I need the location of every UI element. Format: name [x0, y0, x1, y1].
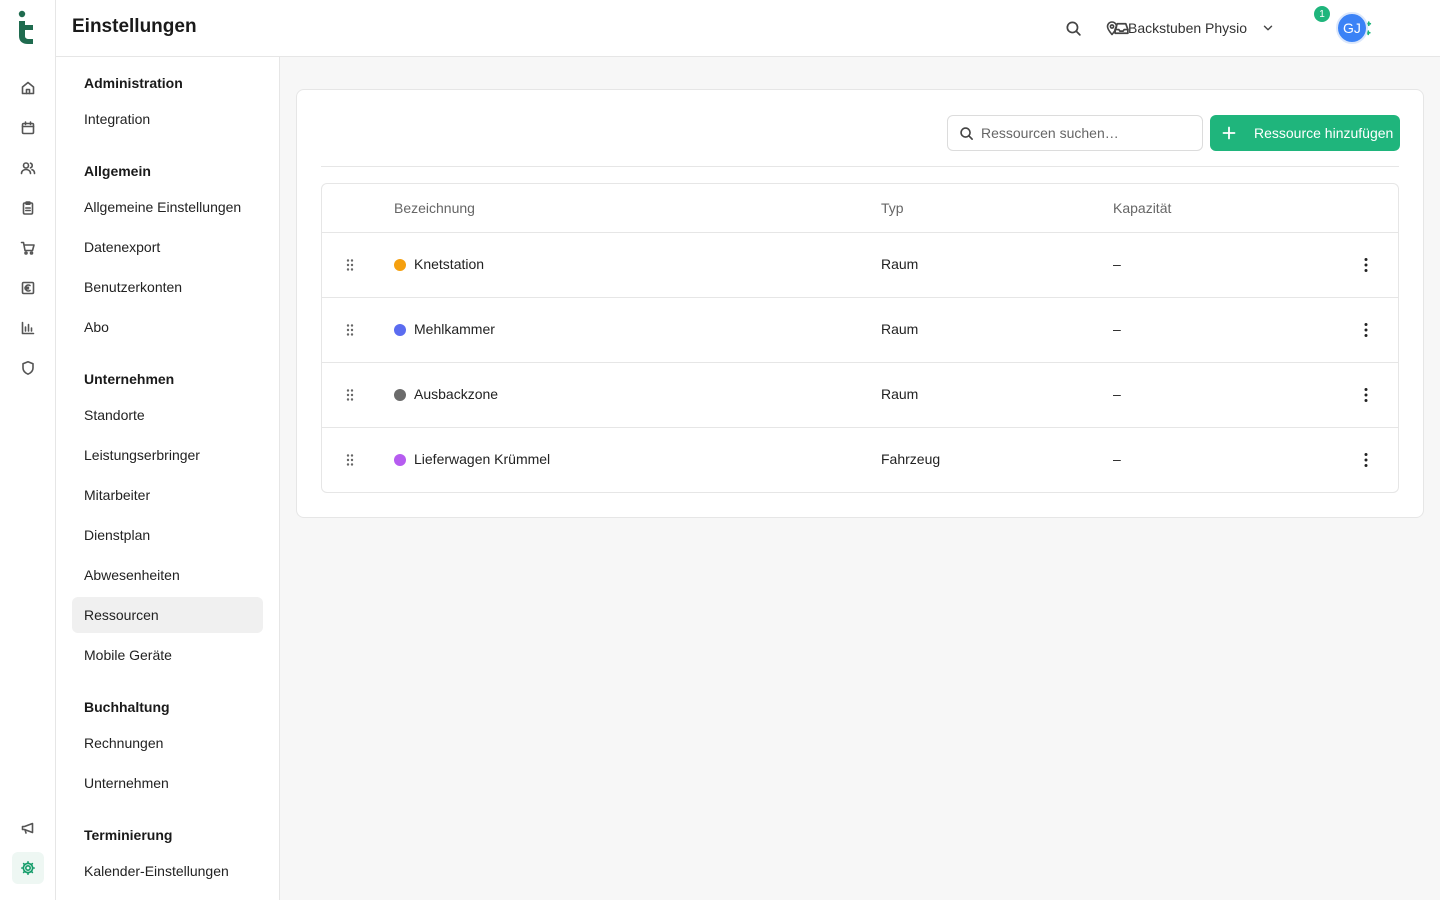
table-header: Bezeichnung Typ Kapazität [322, 184, 1398, 233]
megaphone-icon [21, 822, 34, 834]
chevron-down-icon [1263, 25, 1273, 31]
resource-capacity: – [1113, 256, 1121, 272]
plus-icon [1222, 126, 1236, 140]
shield-icon [22, 361, 34, 375]
drag-handle-icon[interactable] [342, 322, 358, 338]
euro-icon [21, 281, 35, 295]
nav-item-mobile-geraete[interactable]: Mobile Geräte [72, 637, 263, 673]
resource-name: Lieferwagen Krümmel [414, 451, 551, 467]
calendar-icon [21, 121, 35, 135]
users-icon [20, 162, 36, 175]
rail-users-button[interactable] [12, 152, 44, 184]
column-header-kapazitaet[interactable]: Kapazität [1113, 200, 1171, 216]
location-label: Backstuben Physio [1128, 20, 1248, 36]
nav-item-integration[interactable]: Integration [72, 101, 263, 137]
section-title-terminierung: Terminierung [84, 827, 173, 843]
nav-item-allgemeine-einstellungen[interactable]: Allgemeine Einstellungen [72, 189, 263, 225]
resource-capacity: – [1113, 451, 1121, 467]
nav-item-rechnungen[interactable]: Rechnungen [72, 725, 263, 761]
rail-calendar-button[interactable] [12, 112, 44, 144]
nav-item-datenexport[interactable]: Datenexport [72, 229, 263, 265]
table-row[interactable]: Knetstation Raum – [322, 233, 1398, 298]
resources-table: Bezeichnung Typ Kapazität Knetstation Ra… [321, 183, 1399, 493]
drag-handle-icon[interactable] [342, 387, 358, 403]
nav-item-kalender-einstellungen[interactable]: Kalender-Einstellungen [72, 853, 263, 889]
more-vertical-icon [1364, 258, 1368, 272]
gear-icon [21, 861, 35, 875]
resource-name: Ausbackzone [414, 386, 499, 402]
user-avatar[interactable]: GJ [1336, 12, 1368, 44]
search-button[interactable] [1059, 14, 1087, 42]
resource-type: Raum [881, 256, 919, 272]
more-vertical-icon [1364, 453, 1368, 467]
add-resource-label: Ressource hinzufügen [1254, 125, 1394, 141]
home-icon [21, 81, 35, 95]
divider [321, 166, 1399, 167]
column-header-bezeichnung[interactable]: Bezeichnung [394, 200, 475, 216]
row-menu-button[interactable] [1356, 320, 1376, 340]
clipboard-icon [22, 201, 34, 215]
rail-reports-button[interactable] [12, 312, 44, 344]
resource-capacity: – [1113, 386, 1121, 402]
rail-settings-button[interactable] [12, 852, 44, 884]
resource-type: Raum [881, 321, 919, 337]
resource-name: Mehlkammer [414, 321, 495, 337]
rail-cart-button[interactable] [12, 232, 44, 264]
rail-home-button[interactable] [12, 72, 44, 104]
rail-billing-button[interactable] [12, 272, 44, 304]
map-pin-icon [1106, 21, 1118, 36]
more-vertical-icon [1364, 323, 1368, 337]
rail-clipboard-button[interactable] [12, 192, 44, 224]
resource-color-dot [394, 324, 406, 336]
settings-sidebar: Administration Integration Allgemein All… [56, 57, 280, 900]
column-header-typ[interactable]: Typ [881, 200, 904, 216]
nav-item-standorte[interactable]: Standorte [72, 397, 263, 433]
resource-search-input[interactable] [981, 125, 1181, 141]
app-logo[interactable] [16, 10, 40, 46]
search-icon [960, 126, 973, 140]
rail-announcements-button[interactable] [12, 812, 44, 844]
nav-item-benutzerkonten[interactable]: Benutzerkonten [72, 269, 263, 305]
nav-item-unternehmen[interactable]: Unternehmen [72, 765, 263, 801]
section-title-buchhaltung: Buchhaltung [84, 699, 170, 715]
resource-color-dot [394, 259, 406, 271]
table-row[interactable]: Mehlkammer Raum – [322, 298, 1398, 363]
table-row[interactable]: Ausbackzone Raum – [322, 363, 1398, 428]
nav-item-dienstplan[interactable]: Dienstplan [72, 517, 263, 553]
resources-card: Ressource hinzufügen Bezeichnung Typ Kap… [296, 89, 1424, 518]
section-title-unternehmen: Unternehmen [84, 371, 175, 387]
nav-item-ressourcen[interactable]: Ressourcen [72, 597, 263, 633]
chart-icon [21, 321, 35, 335]
rail-security-button[interactable] [12, 352, 44, 384]
resource-capacity: – [1113, 321, 1121, 337]
row-menu-button[interactable] [1356, 385, 1376, 405]
nav-item-abwesenheiten[interactable]: Abwesenheiten [72, 557, 263, 593]
section-title-administration: Administration [84, 75, 183, 91]
nav-item-mitarbeiter[interactable]: Mitarbeiter [72, 477, 263, 513]
drag-handle-icon[interactable] [342, 452, 358, 468]
section-title-allgemein: Allgemein [84, 163, 151, 179]
resource-search[interactable] [947, 115, 1203, 151]
more-vertical-icon [1364, 388, 1368, 402]
cart-icon [20, 241, 35, 255]
row-menu-button[interactable] [1356, 255, 1376, 275]
drag-handle-icon[interactable] [342, 257, 358, 273]
page-title: Einstellungen [72, 16, 197, 37]
nav-item-abo[interactable]: Abo [72, 309, 263, 345]
app-rail [0, 0, 56, 900]
add-resource-button[interactable]: Ressource hinzufügen [1210, 115, 1400, 151]
table-row[interactable]: Lieferwagen Krümmel Fahrzeug – [322, 428, 1398, 492]
resource-name: Knetstation [414, 256, 485, 272]
resource-type: Raum [881, 386, 919, 402]
resource-type: Fahrzeug [881, 451, 941, 467]
search-icon [1065, 20, 1081, 36]
notification-badge: 1 [1314, 6, 1330, 22]
resource-color-dot [394, 454, 406, 466]
nav-item-leistungserbringer[interactable]: Leistungserbringer [72, 437, 263, 473]
location-selector[interactable]: Backstuben Physio [1104, 14, 1275, 42]
row-menu-button[interactable] [1356, 450, 1376, 470]
resource-color-dot [394, 389, 406, 401]
